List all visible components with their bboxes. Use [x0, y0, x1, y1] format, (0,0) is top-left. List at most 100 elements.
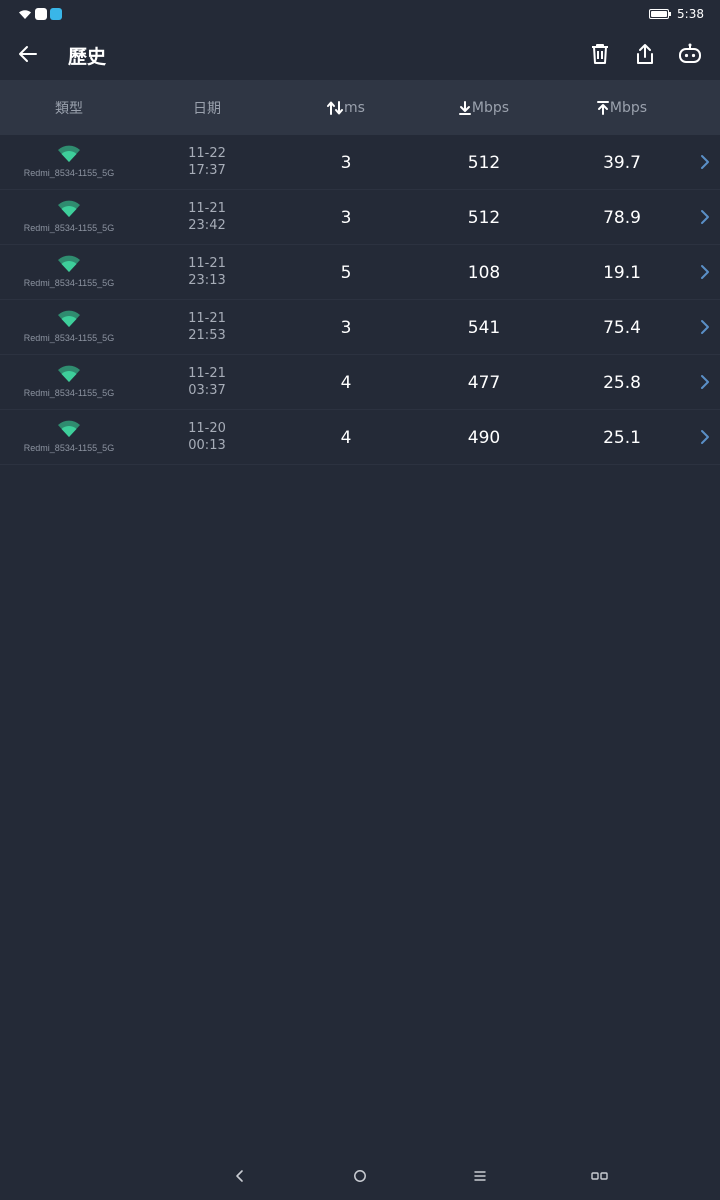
network-ssid: Redmi_8534-1155_5G: [23, 223, 115, 233]
row-type-cell: Redmi_8534-1155_5G: [0, 245, 138, 300]
share-icon: [637, 44, 653, 64]
header-type[interactable]: 類型: [0, 80, 138, 135]
wifi-signal-icon: [58, 145, 80, 162]
row-type-cell: Redmi_8534-1155_5G: [0, 410, 138, 465]
header-download[interactable]: Mbps: [414, 80, 554, 135]
row-type-cell: Redmi_8534-1155_5G: [0, 135, 138, 190]
notification-app-icon-2: [50, 8, 62, 20]
delete-history-button[interactable]: [586, 40, 614, 68]
nav-recents-button[interactable]: [588, 1166, 612, 1186]
row-datetime: 11-21 23:13: [157, 255, 257, 289]
header-upload-label: Mbps: [609, 99, 648, 116]
nav-back-button[interactable]: [228, 1166, 252, 1186]
chevron-right-icon: [701, 265, 709, 279]
row-time: 21:53: [188, 328, 226, 343]
chevron-right-icon: [701, 320, 709, 334]
row-download: 512: [467, 152, 501, 173]
upload-arrow-icon: [596, 100, 609, 115]
row-download: 512: [467, 207, 501, 228]
history-row[interactable]: Redmi_8534-1155_5G 11-21 23:42 3 512 78.…: [0, 190, 720, 245]
row-download: 108: [467, 262, 501, 283]
status-bar: 5:38: [0, 0, 720, 28]
row-upload: 75.4: [603, 317, 641, 338]
share-button[interactable]: [631, 40, 659, 68]
wifi-signal-icon: [58, 255, 80, 272]
row-date: 11-20: [188, 421, 226, 436]
row-upload: 39.7: [603, 152, 641, 173]
header-ping-label: ms: [344, 99, 365, 116]
wifi-signal-icon: [58, 420, 80, 437]
status-time: 5:38: [677, 7, 704, 21]
chevron-right-icon: [701, 210, 709, 224]
row-time: 03:37: [188, 383, 226, 398]
home-nav-icon: [354, 1170, 366, 1182]
history-row[interactable]: Redmi_8534-1155_5G 11-22 17:37 3 512 39.…: [0, 135, 720, 190]
row-date: 11-22: [188, 146, 226, 161]
chevron-right-icon: [701, 375, 709, 389]
robot-icon: [679, 43, 701, 63]
chevron-right-icon: [701, 430, 709, 444]
row-time: 00:13: [188, 438, 226, 453]
row-datetime: 11-20 00:13: [157, 420, 257, 454]
assistant-button[interactable]: [676, 40, 704, 68]
row-ping: 3: [340, 317, 352, 338]
table-header: 類型 日期 ms Mbps Mbps: [0, 80, 720, 135]
network-ssid: Redmi_8534-1155_5G: [23, 443, 115, 453]
row-date: 11-21: [188, 256, 226, 271]
row-upload: 78.9: [603, 207, 641, 228]
battery-icon: [649, 9, 672, 19]
row-time: 23:42: [188, 218, 226, 233]
history-list: Redmi_8534-1155_5G 11-22 17:37 3 512 39.…: [0, 135, 720, 465]
header-download-label: Mbps: [471, 99, 510, 116]
row-time: 23:13: [188, 273, 226, 288]
row-type-cell: Redmi_8534-1155_5G: [0, 190, 138, 245]
history-row[interactable]: Redmi_8534-1155_5G 11-21 03:37 4 477 25.…: [0, 355, 720, 410]
system-nav-bar: [0, 1152, 720, 1200]
download-arrow-icon: [458, 100, 471, 115]
up-down-arrows-icon: [327, 100, 344, 115]
chevron-right-icon: [701, 155, 709, 169]
row-upload: 19.1: [603, 262, 641, 283]
header-upload[interactable]: Mbps: [552, 80, 692, 135]
row-ping: 3: [340, 152, 352, 173]
nav-menu-button[interactable]: [468, 1166, 492, 1186]
header-ping[interactable]: ms: [276, 80, 416, 135]
row-datetime: 11-22 17:37: [157, 145, 257, 179]
back-nav-icon: [236, 1170, 243, 1182]
history-row[interactable]: Redmi_8534-1155_5G 11-21 21:53 3 541 75.…: [0, 300, 720, 355]
recents-nav-icon: [591, 1172, 608, 1180]
history-row[interactable]: Redmi_8534-1155_5G 11-21 23:13 5 108 19.…: [0, 245, 720, 300]
row-date: 11-21: [188, 311, 226, 326]
header-date[interactable]: 日期: [157, 80, 257, 135]
row-type-cell: Redmi_8534-1155_5G: [0, 355, 138, 410]
history-row[interactable]: Redmi_8534-1155_5G 11-20 00:13 4 490 25.…: [0, 410, 720, 465]
row-date: 11-21: [188, 366, 226, 381]
network-ssid: Redmi_8534-1155_5G: [23, 333, 115, 343]
row-upload: 25.1: [603, 427, 641, 448]
arrow-left-icon: [19, 46, 37, 62]
wifi-status-icon: [19, 9, 31, 19]
network-ssid: Redmi_8534-1155_5G: [23, 278, 115, 288]
notification-app-icon: [35, 8, 47, 20]
wifi-signal-icon: [58, 365, 80, 382]
row-datetime: 11-21 21:53: [157, 310, 257, 344]
network-ssid: Redmi_8534-1155_5G: [23, 168, 115, 178]
network-ssid: Redmi_8534-1155_5G: [23, 388, 115, 398]
row-datetime: 11-21 03:37: [157, 365, 257, 399]
back-button[interactable]: [14, 40, 42, 68]
wifi-signal-icon: [58, 200, 80, 217]
row-ping: 3: [340, 207, 352, 228]
row-time: 17:37: [188, 163, 226, 178]
row-date: 11-21: [188, 201, 226, 216]
nav-home-button[interactable]: [348, 1166, 372, 1186]
status-right: 5:38: [649, 7, 704, 21]
row-ping: 5: [340, 262, 352, 283]
app-bar: 歷史: [0, 28, 720, 80]
row-ping: 4: [340, 372, 352, 393]
row-download: 490: [467, 427, 501, 448]
row-download: 477: [467, 372, 501, 393]
trash-icon: [592, 44, 608, 64]
page-title: 歷史: [68, 46, 107, 68]
status-left: [18, 8, 62, 20]
row-download: 541: [467, 317, 501, 338]
